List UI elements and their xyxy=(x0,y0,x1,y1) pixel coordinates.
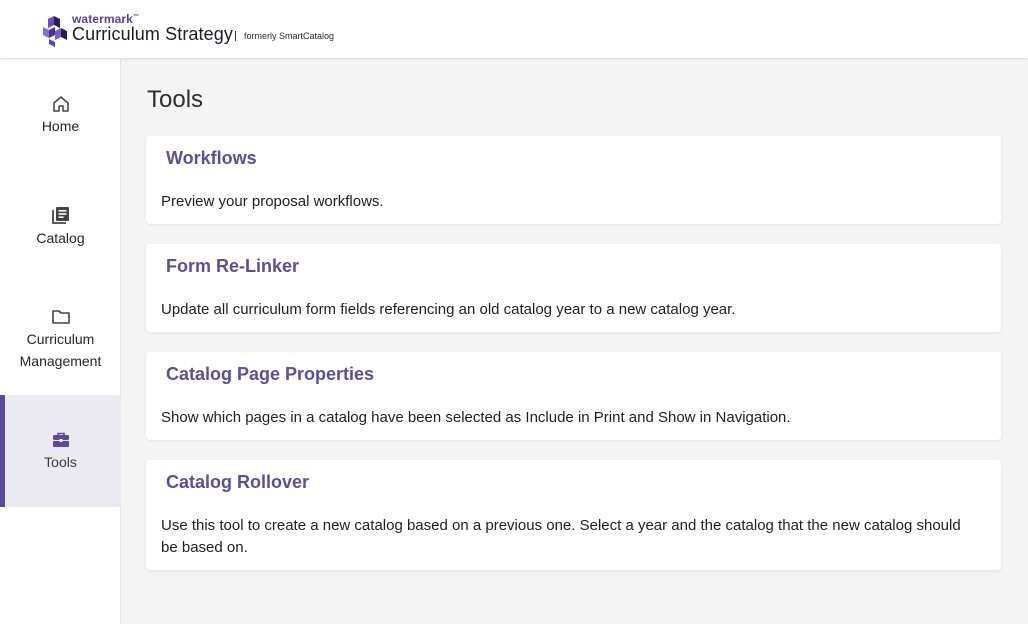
folder-icon xyxy=(51,310,70,324)
watermark-logo-icon xyxy=(43,16,67,47)
tool-link-workflows[interactable]: Workflows xyxy=(166,148,257,169)
sidebar-item-home[interactable]: Home xyxy=(0,59,121,171)
tool-link-form-relinker[interactable]: Form Re-Linker xyxy=(166,256,299,277)
sidebar-item-label: Curriculum Management xyxy=(19,331,102,369)
brand-product-title: Curriculum Strategy xyxy=(72,24,233,44)
home-icon xyxy=(52,96,69,112)
top-bar: watermark™ Curriculum Strategy formerly … xyxy=(0,0,1028,59)
tool-description: Update all curriculum form fields refere… xyxy=(161,301,736,318)
tool-link-catalog-page-properties[interactable]: Catalog Page Properties xyxy=(166,364,374,385)
sidebar-item-tools[interactable]: Tools xyxy=(0,395,121,507)
brand-divider xyxy=(235,31,236,41)
tool-description: Use this tool to create a new catalog ba… xyxy=(161,517,961,556)
tool-description: Preview your proposal workflows. xyxy=(161,193,384,210)
tool-card-form-relinker: Form Re-Linker Update all curriculum for… xyxy=(146,244,1001,332)
tool-card-catalog-page-properties: Catalog Page Properties Show which pages… xyxy=(146,352,1001,440)
page-title: Tools xyxy=(147,86,204,113)
main-content: Tools Workflows Preview your proposal wo… xyxy=(121,59,1028,624)
catalog-icon xyxy=(51,207,69,224)
brand-formerly-text: formerly SmartCatalog xyxy=(244,31,335,41)
tool-description: Show which pages in a catalog have been … xyxy=(161,409,791,426)
sidebar-item-label: Tools xyxy=(44,454,77,470)
toolbox-icon xyxy=(52,432,69,447)
sidebar-item-label: Catalog xyxy=(36,230,85,246)
sidebar-item-curriculum-management[interactable]: Curriculum Management xyxy=(0,283,121,395)
sidebar: Home Catalog Curriculum Management Tools xyxy=(0,59,121,624)
tool-card-catalog-rollover: Catalog Rollover Use this tool to create… xyxy=(146,460,1001,570)
sidebar-item-label: Home xyxy=(41,118,80,134)
tool-link-catalog-rollover[interactable]: Catalog Rollover xyxy=(166,472,309,493)
sidebar-item-catalog[interactable]: Catalog xyxy=(0,171,121,283)
tool-card-workflows: Workflows Preview your proposal workflow… xyxy=(146,136,1001,224)
